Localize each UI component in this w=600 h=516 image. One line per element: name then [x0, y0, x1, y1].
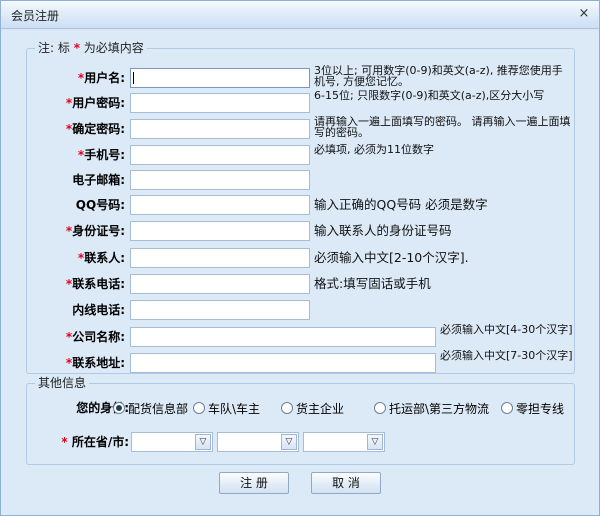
field-label-text: 手机号: [84, 148, 125, 162]
identity-option[interactable]: 托运部\第三方物流 [374, 398, 489, 418]
field-label: *公司名称: [27, 326, 125, 348]
close-button[interactable]: × [575, 5, 593, 23]
field-input[interactable] [130, 327, 436, 347]
field-label-text: 身份证号: [72, 224, 125, 238]
identity-option-label: 车队\车主 [208, 401, 261, 416]
field-label-text: 电子邮箱: [72, 173, 125, 187]
field-label-text: 联系人: [84, 251, 125, 265]
field-input[interactable] [130, 68, 310, 88]
required-star: * [61, 435, 68, 449]
legend-suffix: 为必填内容 [83, 41, 144, 55]
field-label-text: 确定密码: [72, 122, 125, 136]
identity-option[interactable]: 车队\车主 [193, 398, 260, 418]
field-label: *手机号: [27, 144, 125, 166]
radio-icon[interactable] [501, 402, 513, 414]
field-label: *确定密码: [27, 118, 125, 140]
dropdown-arrow-icon[interactable]: ▽ [281, 434, 297, 450]
radio-icon[interactable] [193, 402, 205, 414]
field-label-text: 用户名: [84, 71, 125, 85]
other-info-group: 其他信息 您的身份: 配货信息部 车队\车主 货主企业 托运部\第三方物流 零担专线 *… [26, 376, 575, 465]
field-hint: 必填项, 必须为11位数字 [314, 144, 434, 156]
identity-option-label: 配货信息部 [128, 401, 189, 416]
field-label: *联系电话: [27, 273, 125, 295]
field-input[interactable] [130, 195, 310, 215]
field-hint: 3位以上; 可用数字(0-9)和英文(a-z), 推荐您使用手机号, 方便您记忆… [314, 65, 563, 88]
field-label-text: 联系电话: [72, 277, 125, 291]
legend-prefix: 注: 标 [38, 41, 70, 55]
identity-option[interactable]: 配货信息部 [113, 398, 188, 418]
field-label: 内线电话: [27, 299, 125, 321]
field-label: *联系人: [27, 247, 125, 269]
region-label: * 所在省/市: [27, 431, 129, 453]
radio-icon[interactable] [281, 402, 293, 414]
dialog-body: 注: 标 * 为必填内容 *用户名: 3位以上; 可用数字(0-9)和英文(a-z… [1, 30, 599, 515]
identity-option-label: 零担专线 [516, 401, 565, 416]
title-bar[interactable]: 会员注册 × [1, 1, 599, 29]
field-hint: 必须输入中文[4-30个汉字] [440, 324, 573, 336]
region-select[interactable]: ▽ [217, 432, 299, 452]
text-caret [133, 72, 134, 84]
field-input[interactable] [130, 274, 310, 294]
identity-option-label: 货主企业 [296, 401, 345, 416]
required-star: * [73, 41, 80, 55]
field-hint: 请再输入一遍上面填写的密码。 请再输入一遍上面填写的密码。 [314, 116, 571, 139]
field-input[interactable] [130, 119, 310, 139]
field-hint: 必须输入中文[7-30个汉字] [440, 350, 573, 362]
dropdown-arrow-icon[interactable]: ▽ [195, 434, 211, 450]
field-hint: 格式:填写固话或手机 [314, 276, 431, 291]
field-label-text: QQ号码: [75, 198, 125, 212]
region-label-text: 所在省/市: [71, 435, 129, 449]
field-input[interactable] [130, 300, 310, 320]
field-label: QQ号码: [27, 194, 125, 216]
field-input[interactable] [130, 93, 310, 113]
register-dialog: 会员注册 × 注: 标 * 为必填内容 *用户名: 3位以上; 可用数字(0-9)… [0, 0, 600, 516]
dropdown-arrow-icon[interactable]: ▽ [367, 434, 383, 450]
field-label: *用户名: [27, 67, 125, 89]
identity-option-label: 托运部\第三方物流 [389, 401, 490, 416]
field-hint: 输入联系人的身份证号码 [314, 223, 452, 238]
register-button[interactable]: 注 册 [219, 472, 289, 494]
region-select[interactable]: ▽ [131, 432, 213, 452]
field-label-text: 联系地址: [72, 356, 125, 370]
field-hint: 输入正确的QQ号码 必须是数字 [314, 197, 488, 212]
region-select[interactable]: ▽ [303, 432, 385, 452]
field-label-text: 用户密码: [72, 96, 125, 110]
field-input[interactable] [130, 248, 310, 268]
field-label-text: 公司名称: [72, 330, 125, 344]
field-label: *用户密码: [27, 92, 125, 114]
field-input[interactable] [130, 145, 310, 165]
identity-option[interactable]: 零担专线 [501, 398, 564, 418]
window-title: 会员注册 [11, 9, 60, 23]
radio-icon[interactable] [113, 402, 125, 414]
field-input[interactable] [130, 353, 436, 373]
identity-option[interactable]: 货主企业 [281, 398, 344, 418]
field-input[interactable] [130, 221, 310, 241]
field-input[interactable] [130, 170, 310, 190]
other-info-legend: 其他信息 [35, 376, 90, 390]
field-hint: 6-15位; 只限数字(0-9)和英文(a-z),区分大小写 [314, 90, 545, 102]
required-group-legend: 注: 标 * 为必填内容 [35, 41, 147, 55]
field-hint: 必须输入中文[2-10个汉字]. [314, 250, 469, 265]
field-label: *身份证号: [27, 220, 125, 242]
close-icon: × [578, 6, 590, 21]
required-fields-group: 注: 标 * 为必填内容 *用户名: 3位以上; 可用数字(0-9)和英文(a-z… [26, 41, 575, 374]
field-label-text: 内线电话: [72, 303, 125, 317]
radio-icon[interactable] [374, 402, 386, 414]
cancel-button[interactable]: 取 消 [311, 472, 381, 494]
field-label: *联系地址: [27, 352, 125, 374]
field-label: 电子邮箱: [27, 169, 125, 191]
